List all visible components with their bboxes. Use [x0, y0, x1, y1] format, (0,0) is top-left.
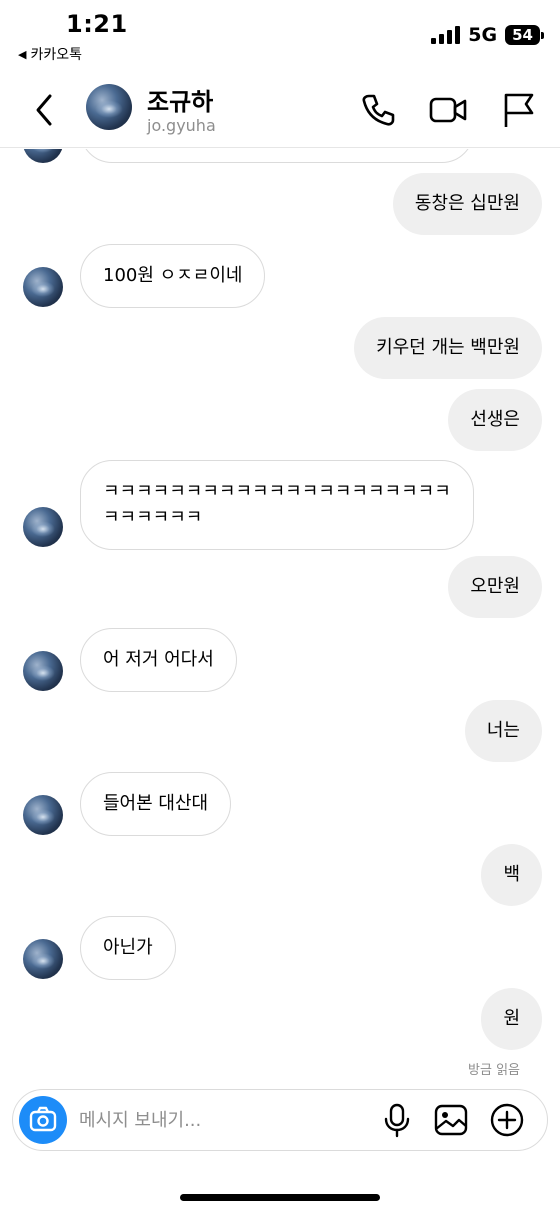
image-icon: [434, 1104, 468, 1136]
message-bubble-outgoing[interactable]: 너는: [464, 700, 542, 762]
sender-avatar[interactable]: [23, 267, 63, 307]
message-bubble-incoming[interactable]: 아닌가: [80, 916, 176, 980]
home-indicator[interactable]: [180, 1194, 380, 1201]
message-bubble-incoming[interactable]: [80, 149, 474, 163]
more-options-button[interactable]: [489, 1102, 525, 1138]
message-bubble-outgoing[interactable]: 오만원: [448, 556, 542, 618]
status-indicators: 5G 54: [431, 24, 544, 46]
message-bubble-incoming[interactable]: ㅋㅋㅋㅋㅋㅋㅋㅋㅋㅋㅋㅋㅋㅋㅋㅋㅋㅋㅋㅋㅋㅋㅋㅋㅋㅋㅋ: [80, 460, 474, 550]
back-app-label: 카카오톡: [30, 47, 82, 63]
chat-header: 조규하 jo.gyuha: [0, 72, 560, 148]
message-bubble-outgoing[interactable]: 동창은 십만원: [392, 173, 542, 235]
video-call-button[interactable]: [428, 90, 468, 130]
back-triangle-icon: ◀: [18, 47, 27, 61]
plus-circle-icon: [490, 1103, 524, 1137]
message-input[interactable]: [79, 1104, 359, 1136]
chat-screen: 1:21 ◀ 카카오톡 5G 54 조규하 jo.gyuha 동창은 십만원 1…: [0, 0, 560, 1213]
signal-icon: [431, 26, 461, 44]
microphone-icon: [384, 1103, 410, 1138]
message-list[interactable]: 동창은 십만원 100원 ㅇㅈㄹ이네 키우던 개는 백만원 선생은 ㅋㅋㅋㅋㅋㅋ…: [0, 149, 560, 1079]
message-bubble-incoming[interactable]: 들어본 대산대: [80, 772, 232, 836]
status-time: 1:21: [66, 10, 128, 38]
report-button[interactable]: [498, 90, 538, 130]
camera-button[interactable]: [19, 1096, 67, 1144]
phone-icon: [362, 94, 395, 126]
voice-message-button[interactable]: [379, 1102, 415, 1138]
flag-icon: [504, 93, 534, 127]
contact-avatar[interactable]: [86, 84, 132, 130]
back-button[interactable]: [30, 90, 60, 130]
video-camera-icon: [429, 97, 467, 123]
back-to-app-link[interactable]: ◀ 카카오톡: [18, 44, 82, 64]
message-bubble-incoming[interactable]: 100원 ㅇㅈㄹ이네: [80, 244, 266, 308]
sender-avatar[interactable]: [23, 507, 63, 547]
message-bubble-outgoing[interactable]: 키우던 개는 백만원: [354, 317, 542, 379]
voice-call-button[interactable]: [358, 90, 398, 130]
chevron-left-icon: [36, 94, 52, 126]
message-bubble-outgoing[interactable]: 백: [481, 844, 542, 906]
sender-avatar[interactable]: [23, 149, 63, 163]
network-type: 5G: [468, 24, 498, 46]
camera-icon: [29, 1106, 57, 1132]
contact-username[interactable]: jo.gyuha: [147, 116, 216, 135]
message-bubble-incoming[interactable]: 어 저거 어다서: [80, 628, 237, 692]
read-receipt: 방금 읽음: [468, 1063, 520, 1078]
contact-name[interactable]: 조규하: [147, 82, 213, 117]
gallery-button[interactable]: [433, 1102, 469, 1138]
message-bubble-outgoing[interactable]: 선생은: [448, 389, 542, 451]
message-bubble-outgoing[interactable]: 원: [481, 988, 542, 1050]
battery-icon: 54: [505, 25, 544, 45]
message-composer: [12, 1089, 548, 1151]
sender-avatar[interactable]: [23, 939, 63, 979]
sender-avatar[interactable]: [23, 795, 63, 835]
sender-avatar[interactable]: [23, 651, 63, 691]
